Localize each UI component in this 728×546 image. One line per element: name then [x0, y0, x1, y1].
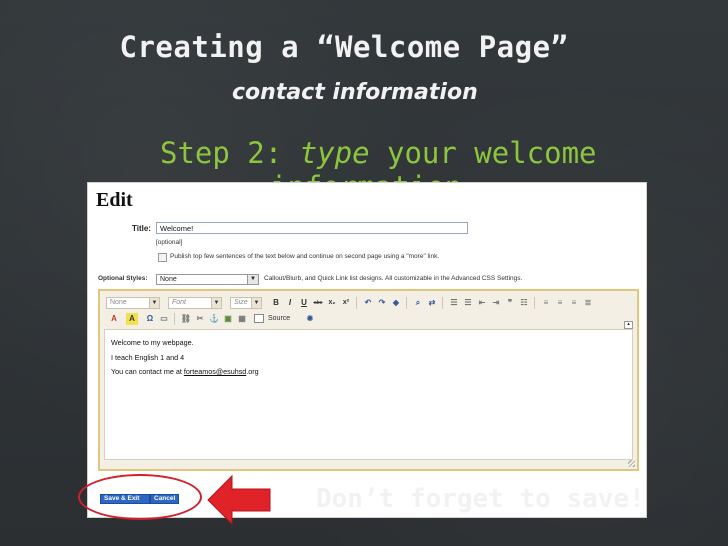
blockquote-icon[interactable]: ❞: [504, 297, 516, 309]
format-dropdown[interactable]: None ▼: [106, 297, 160, 309]
content-line-2: I teach English 1 and 4: [111, 352, 185, 362]
numbered-list-icon[interactable]: ☰: [448, 297, 460, 309]
anchor-icon[interactable]: ⚓: [208, 313, 220, 325]
align-justify-icon[interactable]: ≣: [582, 297, 594, 309]
source-button[interactable]: Source: [254, 313, 290, 325]
font-dropdown[interactable]: Font ▼: [168, 297, 222, 309]
bold-button[interactable]: B: [270, 297, 282, 309]
align-center-icon[interactable]: ≡: [554, 297, 566, 309]
superscript-button[interactable]: x²: [340, 297, 352, 309]
source-label: Source: [268, 315, 291, 322]
indent-icon[interactable]: ⇥: [490, 297, 502, 309]
chevron-down-icon: ▼: [149, 298, 159, 308]
styles-help-text: Callout/Blurb, and Quick Link list desig…: [264, 275, 523, 282]
replace-icon[interactable]: ⇄: [426, 297, 438, 309]
align-right-icon[interactable]: ≡: [568, 297, 580, 309]
toolbar-separator: [534, 297, 535, 309]
undo-icon[interactable]: ↶: [362, 297, 374, 309]
image-icon[interactable]: ▣: [222, 313, 234, 325]
chevron-down-icon: ▼: [251, 298, 261, 308]
link-icon[interactable]: ⛓: [180, 313, 192, 325]
outdent-icon[interactable]: ⇤: [476, 297, 488, 309]
eraser-icon[interactable]: ◆: [390, 297, 402, 309]
chevron-down-icon: ▼: [211, 298, 221, 308]
publish-checkbox-label: Publish top few sentences of the text be…: [170, 253, 440, 260]
align-left-icon[interactable]: ≡: [540, 297, 552, 309]
contact-prefix: You can contact me at: [111, 367, 184, 376]
horizontal-rule-icon[interactable]: ▭: [158, 313, 170, 325]
optional-styles-select[interactable]: None ▼: [156, 274, 259, 285]
toolbar-separator: [356, 297, 357, 309]
underline-button[interactable]: U: [298, 297, 310, 309]
editor-content-area[interactable]: Welcome to my webpage. I teach English 1…: [104, 329, 633, 460]
find-icon[interactable]: ⌕: [412, 297, 424, 309]
size-dropdown[interactable]: Size ▼: [230, 297, 262, 309]
table-icon[interactable]: ▦: [236, 313, 248, 325]
optional-styles-label: Optional Styles:: [98, 275, 148, 282]
highlight-circle: [78, 474, 202, 520]
subscript-button[interactable]: x₂: [326, 297, 338, 309]
slide-subtitle: contact information: [232, 80, 478, 105]
optional-note: [optional]: [156, 239, 183, 246]
content-line-1: Welcome to my webpage.: [111, 338, 194, 347]
resize-handle-icon[interactable]: [628, 460, 635, 467]
save-reminder: Don’t forget to save!: [316, 484, 645, 514]
toolbar-separator: [442, 297, 443, 309]
chevron-down-icon: ▼: [247, 275, 258, 284]
redo-icon[interactable]: ↷: [376, 297, 388, 309]
email-suffix: .org: [246, 367, 259, 376]
pointer-arrow-icon: [207, 474, 271, 526]
div-container-icon[interactable]: ☷: [518, 297, 530, 309]
italic-button[interactable]: I: [284, 297, 296, 309]
bulleted-list-icon[interactable]: ☰: [462, 297, 474, 309]
toolbar-separator: [174, 313, 175, 325]
title-label: Title:: [132, 224, 151, 233]
step-emphasis: type: [299, 136, 370, 170]
publish-checkbox[interactable]: [158, 253, 167, 262]
source-icon: [254, 314, 264, 323]
size-value: Size: [234, 299, 248, 306]
special-character-icon[interactable]: Ω: [144, 313, 156, 325]
email-link[interactable]: forteamos@esuhsd: [184, 367, 246, 376]
strikethrough-button[interactable]: abc: [312, 297, 324, 309]
slide-title: Creating a “Welcome Page”: [119, 30, 569, 64]
optional-styles-value: None: [160, 276, 177, 283]
collapse-toolbar-icon[interactable]: ▴: [624, 321, 633, 329]
toolbar-separator: [406, 297, 407, 309]
font-value: Font: [172, 299, 187, 306]
step-instruction: Step 2: type your welcome: [160, 136, 597, 170]
step-prefix: Step 2:: [160, 136, 300, 170]
edit-heading: Edit: [96, 189, 133, 211]
unlink-icon[interactable]: ✂: [194, 313, 206, 325]
rich-text-editor: None ▼ Font ▼ Size ▼ B I U abc x₂ x² ↶ ↷…: [98, 289, 639, 471]
format-value: None: [110, 299, 127, 306]
step-rest: your welcome: [369, 136, 597, 170]
spellcheck-icon[interactable]: ✹: [304, 313, 316, 325]
content-line-3: You can contact me at forteamos@esuhsd.o…: [111, 365, 626, 380]
background-color-icon[interactable]: A: [126, 313, 138, 325]
title-input[interactable]: Welcome!: [156, 222, 468, 234]
editor-screenshot: Edit Title: Welcome! [optional] Publish …: [87, 182, 647, 518]
text-color-icon[interactable]: A: [108, 313, 120, 325]
